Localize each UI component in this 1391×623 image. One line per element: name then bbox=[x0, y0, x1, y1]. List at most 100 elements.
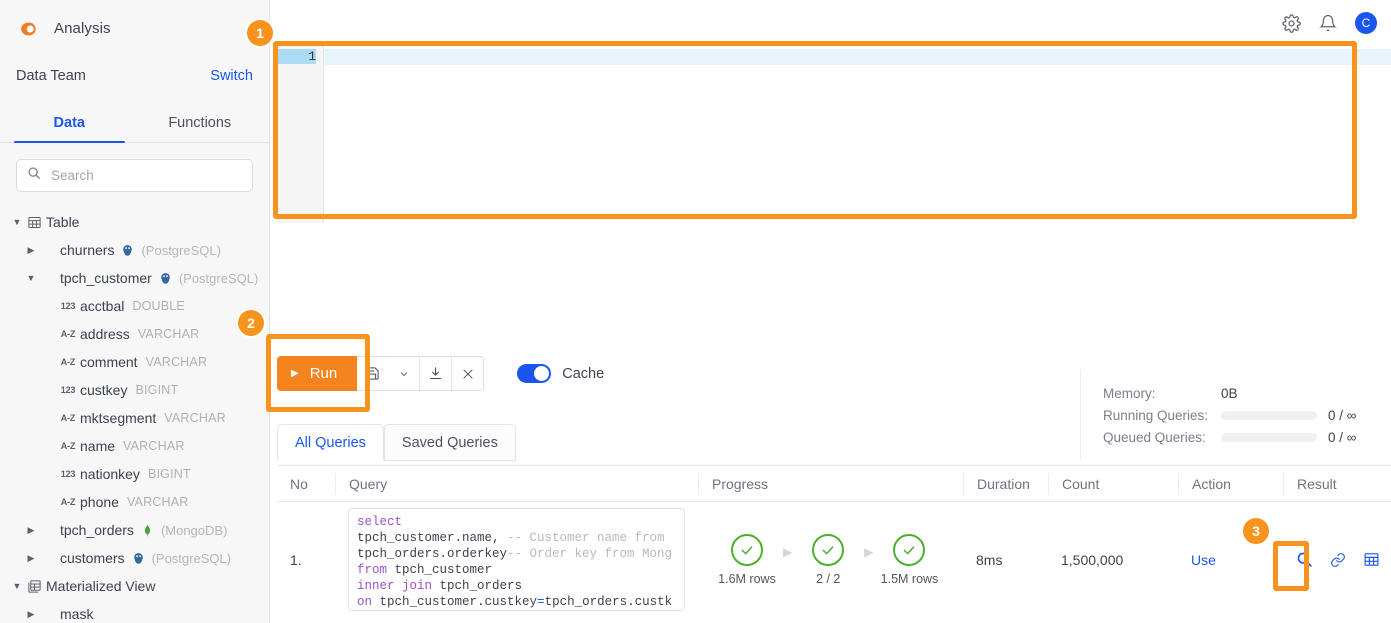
tree-node-churners[interactable]: churners (PostgreSQL) bbox=[0, 236, 269, 264]
tree-node-label: nationkey bbox=[80, 466, 140, 482]
tree-node-address[interactable]: A-Z address VARCHAR bbox=[0, 320, 269, 348]
tree-node-label: Table bbox=[46, 214, 80, 230]
chevron-down-icon[interactable] bbox=[388, 357, 419, 390]
chevron-down-icon[interactable] bbox=[10, 581, 24, 591]
toggle-knob bbox=[534, 366, 550, 381]
query-tabs: All Queries Saved Queries bbox=[277, 424, 516, 461]
editor-gutter: 1 bbox=[277, 45, 323, 223]
gear-icon[interactable] bbox=[1282, 13, 1301, 33]
tab-data[interactable]: Data bbox=[4, 107, 135, 143]
result-link-icon[interactable] bbox=[1330, 552, 1346, 568]
sql-editor[interactable]: 1 bbox=[277, 45, 1391, 223]
tree-node-label: mask bbox=[60, 606, 94, 622]
sql-line: tpch_orders.orderkey-- Order key from Mo… bbox=[357, 546, 676, 562]
tree-node-custkey[interactable]: 123 custkey BIGINT bbox=[0, 376, 269, 404]
search-input[interactable] bbox=[49, 167, 242, 184]
stat-value: 0B bbox=[1221, 385, 1238, 401]
tree-node-label: tpch_orders bbox=[60, 522, 134, 538]
view-icon bbox=[24, 579, 44, 594]
annotation-badge-1: 1 bbox=[247, 20, 273, 46]
download-icon[interactable] bbox=[420, 357, 451, 390]
editor-code-area[interactable] bbox=[323, 45, 1391, 223]
cache-label: Cache bbox=[562, 365, 605, 382]
tree-node-datatype: DOUBLE bbox=[132, 299, 185, 313]
sql-token: = bbox=[537, 595, 545, 609]
close-icon[interactable] bbox=[452, 357, 483, 390]
tab-saved-queries[interactable]: Saved Queries bbox=[383, 424, 516, 461]
number-type-icon: 123 bbox=[60, 301, 76, 311]
tree-node-acctbal[interactable]: 123 acctbal DOUBLE bbox=[0, 292, 269, 320]
tree-node-label: phone bbox=[80, 494, 119, 510]
tree-node-datatype: VARCHAR bbox=[137, 327, 200, 341]
sql-token: -- Order key from Mong bbox=[507, 547, 673, 561]
tree-node-name[interactable]: A-Z name VARCHAR bbox=[0, 432, 269, 460]
annotation-badge-3: 3 bbox=[1243, 518, 1269, 544]
use-query-link[interactable]: Use bbox=[1191, 552, 1216, 568]
search-box[interactable] bbox=[16, 159, 253, 192]
brand-row[interactable]: Analysis ▾ bbox=[0, 0, 269, 57]
editor-line-number: 1 bbox=[277, 49, 316, 64]
col-header-duration: Duration bbox=[963, 473, 1048, 494]
chevron-right-icon[interactable] bbox=[24, 553, 38, 564]
chevron-right-icon[interactable] bbox=[24, 609, 38, 620]
sql-token: select bbox=[357, 515, 403, 529]
text-type-icon: A-Z bbox=[60, 413, 76, 423]
avatar[interactable]: C bbox=[1355, 12, 1377, 34]
result-search-icon[interactable] bbox=[1296, 551, 1313, 568]
run-button[interactable]: ▶ Run bbox=[277, 356, 358, 391]
tree-node-mktsegment[interactable]: A-Z mktsegment VARCHAR bbox=[0, 404, 269, 432]
switch-team-link[interactable]: Switch bbox=[210, 68, 253, 84]
tree-node-tpch-orders[interactable]: tpch_orders (MongoDB) bbox=[0, 516, 269, 544]
tree-node-datatype: VARCHAR bbox=[145, 355, 208, 369]
sql-token: tpch_orders bbox=[432, 579, 523, 593]
query-toolbar: ▶ Run Cache bbox=[277, 356, 604, 391]
bell-icon[interactable] bbox=[1319, 14, 1337, 32]
tree-node-table[interactable]: Table bbox=[0, 208, 269, 236]
tree-node-datatype: VARCHAR bbox=[164, 411, 226, 425]
sql-line: inner join tpch_orders bbox=[357, 578, 676, 594]
number-type-icon: 123 bbox=[60, 469, 76, 479]
tree-node-materialized-view[interactable]: Materialized View bbox=[0, 572, 269, 600]
sql-snippet[interactable]: select tpch_customer.name, -- Customer na… bbox=[348, 508, 685, 611]
tab-all-queries[interactable]: All Queries bbox=[277, 424, 384, 461]
chevron-right-icon[interactable] bbox=[24, 245, 38, 256]
db-postgres-icon-badge bbox=[125, 551, 145, 566]
cache-toggle[interactable] bbox=[517, 364, 552, 383]
chevron-down-icon[interactable] bbox=[10, 217, 24, 227]
chevron-right-icon[interactable] bbox=[24, 525, 38, 536]
toolbar-button-group bbox=[357, 356, 485, 391]
tree-node-comment[interactable]: A-Z comment VARCHAR bbox=[0, 348, 269, 376]
table-header-row: No Query Progress Duration Count Action … bbox=[277, 465, 1391, 502]
progress-steps: 1.6M rows ▶ 2 / 2 ▶ 1.5M rows bbox=[711, 533, 945, 586]
tree-node-label: tpch_customer bbox=[60, 270, 152, 286]
app-root: Analysis ▾ Data Team Switch Data Functio… bbox=[0, 0, 1391, 623]
sql-token: -- Customer name from bbox=[507, 531, 665, 545]
search-icon bbox=[27, 166, 41, 185]
sql-line: tpch_customer.name, -- Customer name fro… bbox=[357, 530, 676, 546]
tree-node-source: (MongoDB) bbox=[160, 522, 228, 538]
chevron-down-icon[interactable] bbox=[24, 273, 38, 283]
table-row: 1. select tpch_customer.name, -- Customer… bbox=[277, 502, 1391, 617]
tree-node-phone[interactable]: A-Z phone VARCHAR bbox=[0, 488, 269, 516]
progress-check-icon bbox=[893, 533, 926, 566]
number-type-icon: 123 bbox=[60, 385, 76, 395]
result-grid-icon[interactable] bbox=[1363, 551, 1380, 568]
stat-label: Running Queries: bbox=[1103, 407, 1209, 423]
header-icons: C bbox=[1282, 12, 1377, 34]
app-logo-icon bbox=[16, 16, 42, 42]
tree-node-label: mktsegment bbox=[80, 410, 157, 426]
tab-functions[interactable]: Functions bbox=[135, 107, 266, 142]
tree-node-mask[interactable]: mask bbox=[0, 600, 269, 623]
save-icon[interactable] bbox=[357, 357, 388, 390]
search-wrap bbox=[0, 143, 269, 192]
query-table: No Query Progress Duration Count Action … bbox=[277, 465, 1391, 623]
tree-node-label: Materialized View bbox=[46, 578, 156, 594]
stat-value: 0 / ∞ bbox=[1328, 429, 1357, 445]
tree-node-customers[interactable]: customers (PostgreSQL) bbox=[0, 544, 269, 572]
tree-node-tpch-customer[interactable]: tpch_customer (PostgreSQL) bbox=[0, 264, 269, 292]
sql-line: from tpch_customer bbox=[357, 562, 676, 578]
cell-query: select tpch_customer.name, -- Customer na… bbox=[335, 502, 698, 617]
stat-row-queued: Queued Queries: 0 / ∞ bbox=[1103, 426, 1375, 448]
sql-token: tpch_orders.orderkey bbox=[357, 547, 508, 561]
tree-node-nationkey[interactable]: 123 nationkey BIGINT bbox=[0, 460, 269, 488]
